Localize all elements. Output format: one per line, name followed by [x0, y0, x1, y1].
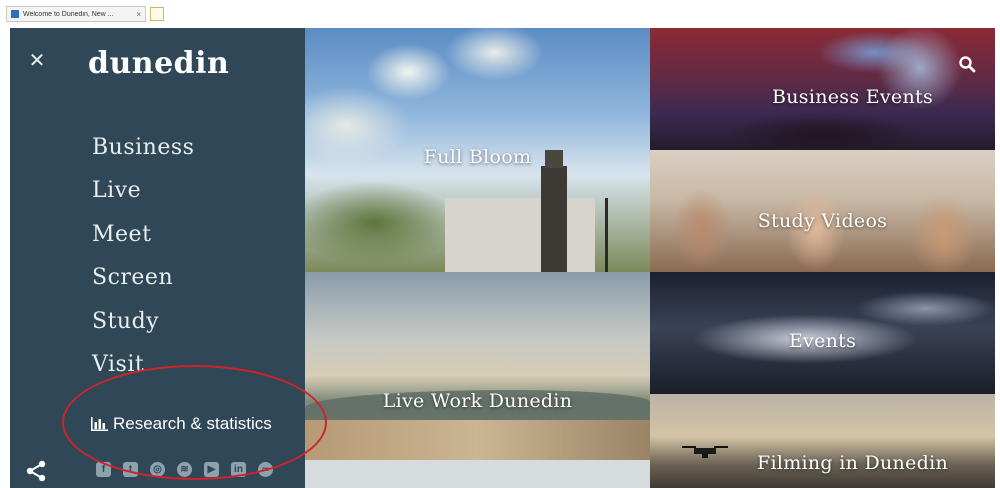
tile-study-videos[interactable]: Study Videos: [650, 150, 995, 272]
railway-station-image: [445, 198, 595, 272]
town-image: [305, 420, 650, 460]
lamp-post-image: [605, 198, 608, 272]
bar-chart-icon: [91, 417, 108, 431]
youtube-icon[interactable]: ▶: [204, 462, 219, 477]
linkedin-icon[interactable]: in: [231, 462, 246, 477]
main-nav: Business Live Meet Screen Study Visit: [92, 132, 194, 392]
tile-filming-in-dunedin[interactable]: Filming in Dunedin: [650, 394, 995, 488]
tile-business-events-label: Business Events: [771, 86, 934, 108]
harbour-image: [305, 460, 650, 488]
research-statistics-label: Research & statistics: [113, 414, 272, 433]
nav-item-screen[interactable]: Screen: [92, 262, 194, 305]
tripadvisor-icon[interactable]: ∞: [258, 462, 273, 477]
nav-item-meet[interactable]: Meet: [92, 219, 194, 262]
nav-item-business[interactable]: Business: [92, 132, 194, 175]
tile-full-bloom-label: Full Bloom: [423, 146, 532, 168]
browser-tab[interactable]: Welcome to Dunedin, New ... ×: [6, 6, 146, 22]
close-menu-button[interactable]: ✕: [27, 50, 47, 70]
nav-item-study[interactable]: Study: [92, 306, 194, 349]
tab-close-icon[interactable]: ×: [136, 10, 141, 19]
social-links: f t ◎ ≋ ▶ in ∞: [96, 462, 273, 477]
tile-events[interactable]: Events: [650, 272, 995, 394]
tile-events-label: Events: [788, 330, 857, 352]
browser-tab-title: Welcome to Dunedin, New ...: [23, 10, 114, 18]
nav-item-live[interactable]: Live: [92, 175, 194, 218]
facebook-icon[interactable]: f: [96, 462, 111, 477]
search-icon[interactable]: [958, 55, 976, 73]
tile-filming-in-dunedin-label: Filming in Dunedin: [756, 452, 949, 474]
instagram-icon[interactable]: ◎: [150, 462, 165, 477]
tile-live-work-dunedin[interactable]: Live Work Dunedin: [305, 272, 650, 488]
new-tab-button[interactable]: [150, 7, 164, 21]
favicon-icon: [11, 10, 19, 18]
side-menu: ✕ dunedin Business Live Meet Screen Stud…: [10, 28, 305, 488]
spotify-icon[interactable]: ≋: [177, 462, 192, 477]
twitter-icon[interactable]: t: [123, 462, 138, 477]
nav-item-visit[interactable]: Visit: [92, 349, 194, 392]
share-icon[interactable]: [25, 460, 47, 482]
research-statistics-link[interactable]: Research & statistics: [91, 414, 272, 434]
dunedin-logo[interactable]: dunedin: [88, 46, 229, 81]
tile-full-bloom[interactable]: Full Bloom: [305, 28, 650, 272]
tile-business-events[interactable]: Business Events: [650, 28, 995, 150]
tile-study-videos-label: Study Videos: [757, 210, 888, 232]
clock-tower-image: [541, 166, 567, 272]
tile-live-work-dunedin-label: Live Work Dunedin: [382, 390, 573, 412]
browser-tab-strip: Welcome to Dunedin, New ... ×: [0, 0, 1000, 28]
